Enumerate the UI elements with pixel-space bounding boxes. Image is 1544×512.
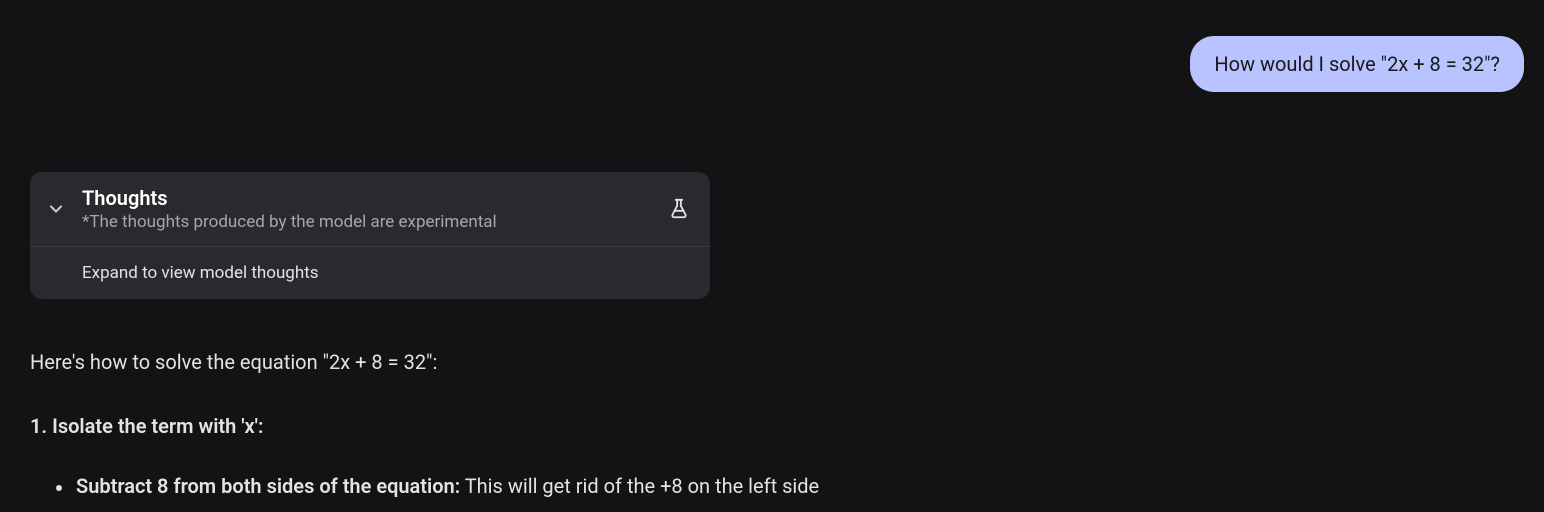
answer-block: Here's how to solve the equation "2x + 8… — [30, 350, 1514, 498]
thoughts-panel: Thoughts *The thoughts produced by the m… — [30, 172, 710, 299]
thoughts-title: Thoughts — [82, 186, 654, 210]
bullet-rest: This will get rid of the +8 on the left … — [460, 474, 819, 498]
thoughts-title-block: Thoughts *The thoughts produced by the m… — [82, 186, 654, 232]
chevron-down-icon[interactable] — [44, 197, 68, 221]
thoughts-subtitle: *The thoughts produced by the model are … — [82, 212, 654, 232]
answer-intro: Here's how to solve the equation "2x + 8… — [30, 350, 1514, 374]
thoughts-expand-text: Expand to view model thoughts — [82, 263, 690, 283]
step-heading-1: 1. Isolate the term with 'x': — [30, 414, 1514, 438]
thoughts-header[interactable]: Thoughts *The thoughts produced by the m… — [30, 172, 710, 247]
bullet-dot-icon — [56, 485, 62, 491]
flask-icon — [668, 198, 690, 220]
bullet-bold: Subtract 8 from both sides of the equati… — [76, 474, 460, 498]
user-message-bubble: How would I solve "2x + 8 = 32"? — [1190, 36, 1524, 92]
user-message-text: How would I solve "2x + 8 = 32"? — [1214, 52, 1500, 76]
thoughts-body[interactable]: Expand to view model thoughts — [30, 247, 710, 299]
bullet-text: Subtract 8 from both sides of the equati… — [76, 474, 819, 498]
list-item: Subtract 8 from both sides of the equati… — [30, 474, 1514, 498]
